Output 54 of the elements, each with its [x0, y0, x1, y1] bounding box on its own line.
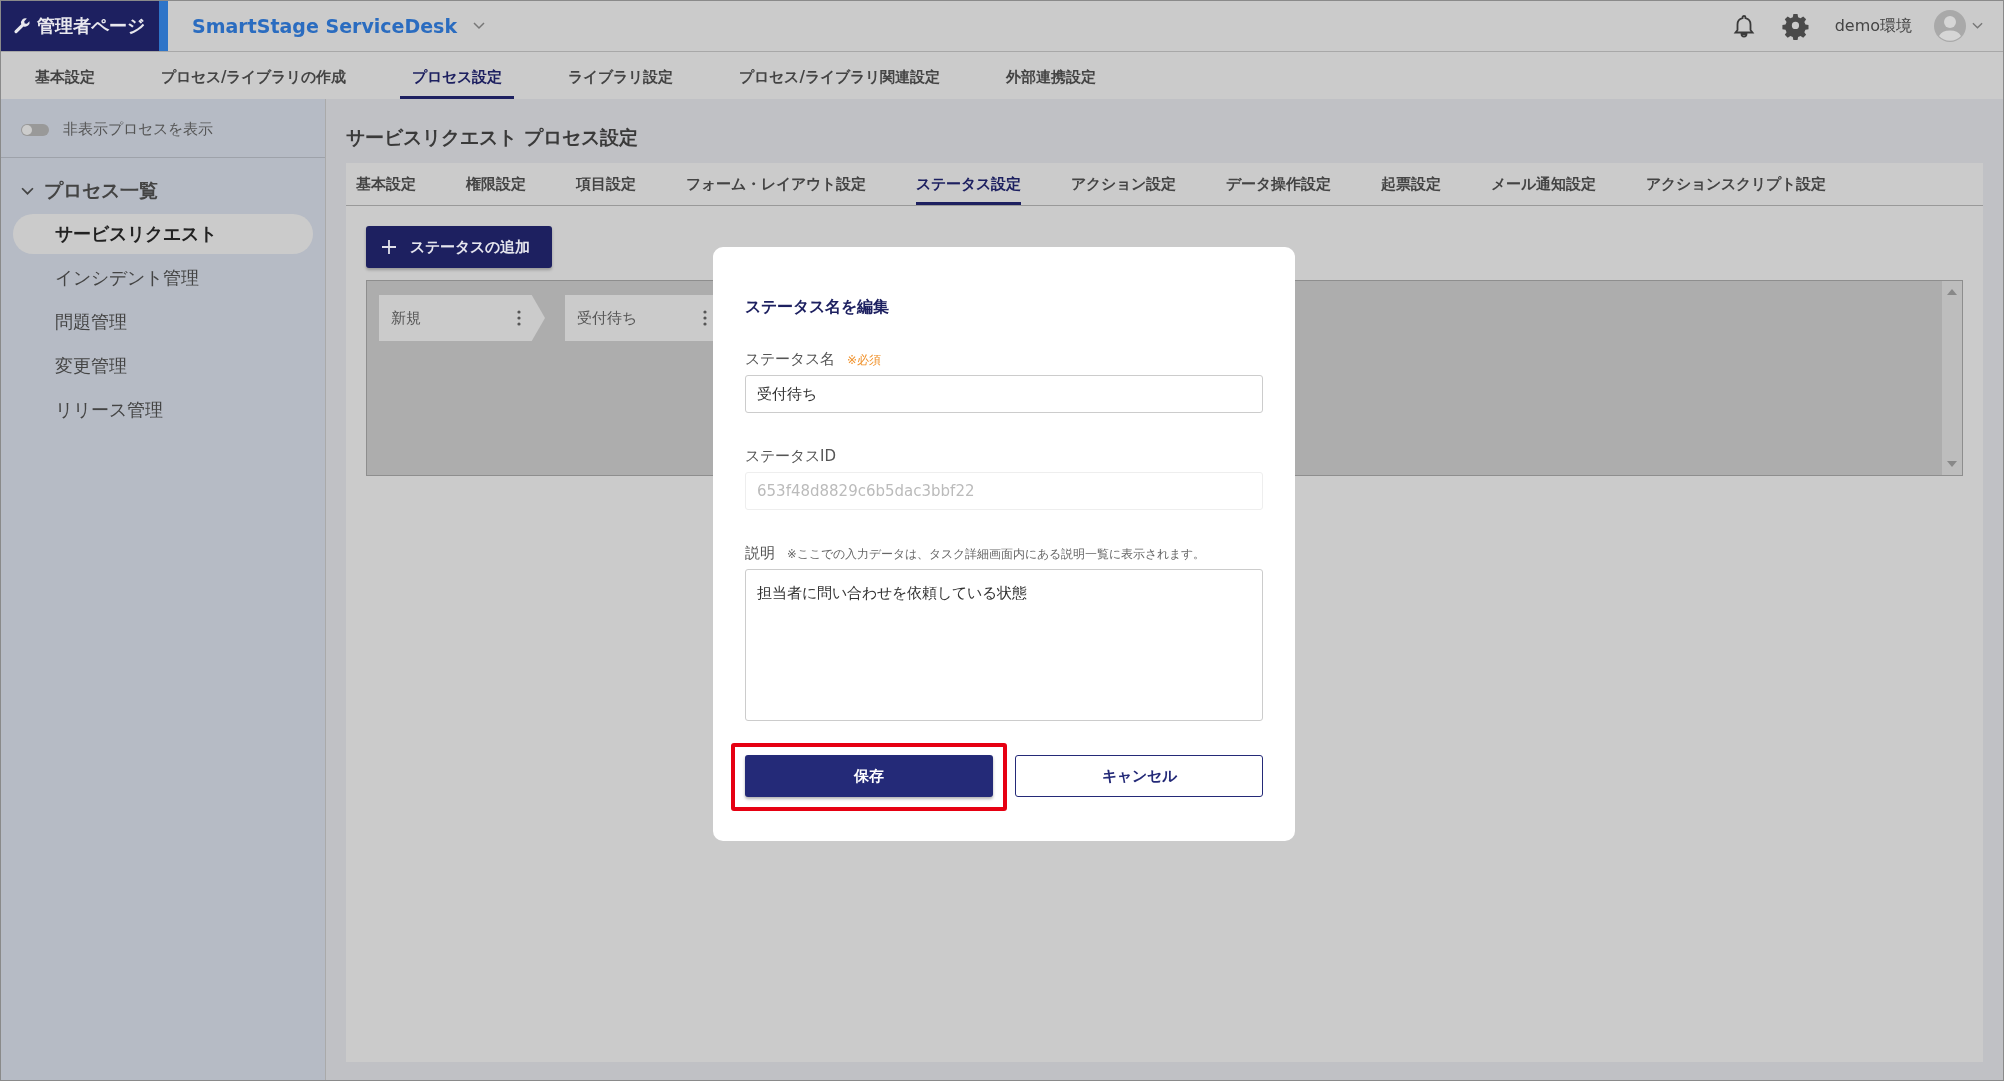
admin-page-title: 管理者ページ: [37, 14, 145, 38]
settings-tab[interactable]: メール通知設定: [1491, 163, 1596, 205]
field-label: 説明: [745, 544, 775, 563]
nav-tab[interactable]: ライブラリ設定: [556, 52, 686, 99]
avatar-icon: [1934, 10, 1966, 42]
settings-tab[interactable]: 基本設定: [356, 163, 416, 205]
chevron-icon[interactable]: [21, 186, 34, 196]
field-note: ※必須: [847, 352, 882, 369]
wrench-icon: [13, 17, 31, 35]
environment-label: demo環境: [1834, 15, 1912, 37]
chevron-down-icon: [1972, 22, 1983, 30]
admin-page-label[interactable]: 管理者ページ: [1, 1, 159, 51]
nav-tab[interactable]: プロセス/ライブラリ関連設定: [727, 52, 952, 99]
save-button[interactable]: 保存: [745, 755, 993, 797]
section-title: プロセス一覧: [44, 178, 158, 203]
accent-stripe: [159, 1, 168, 51]
chevron-down-icon: [473, 22, 486, 30]
add-status-button[interactable]: ステータスの追加: [366, 226, 552, 268]
more-icon[interactable]: [703, 310, 707, 326]
status-chip[interactable]: 新規: [379, 295, 545, 341]
dialog-title: ステータス名を編集: [745, 297, 890, 318]
field-label: ステータス名: [745, 350, 835, 369]
nav-tab[interactable]: 外部連携設定: [993, 52, 1108, 99]
sidebar-item[interactable]: 問題管理: [13, 302, 313, 342]
settings-tab[interactable]: 項目設定: [576, 163, 636, 205]
settings-tab[interactable]: アクション設定: [1071, 163, 1176, 205]
page-title: サービスリクエスト プロセス設定: [346, 125, 639, 150]
more-icon[interactable]: [517, 310, 521, 326]
settings-tab[interactable]: 権限設定: [466, 163, 526, 205]
sidebar-item[interactable]: サービスリクエスト: [13, 214, 313, 254]
nav-tab[interactable]: プロセス設定: [400, 52, 515, 99]
toggle-switch[interactable]: [21, 123, 49, 136]
product-switcher[interactable]: SmartStage ServiceDesk: [188, 11, 490, 41]
sidebar-item[interactable]: 変更管理: [13, 346, 313, 386]
sidebar-item[interactable]: リリース管理: [13, 390, 313, 430]
settings-icon[interactable]: [1781, 12, 1809, 40]
cancel-button[interactable]: キャンセル: [1015, 755, 1263, 797]
sidebar-item[interactable]: インシデント管理: [13, 258, 313, 298]
bell-icon[interactable]: [1731, 13, 1756, 39]
status-name: 新規: [391, 308, 421, 328]
field-note: ※ここでの入力データは、タスク詳細画面内にある説明一覧に表示されます。: [787, 547, 1205, 562]
plus-icon: [382, 240, 396, 254]
settings-tab[interactable]: アクションスクリプト設定: [1646, 163, 1826, 205]
nav-tab[interactable]: プロセス/ライブラリの作成: [149, 52, 359, 99]
status-name: 受付待ち: [577, 308, 637, 328]
description-field[interactable]: 担当者に問い合わせを依頼している状態: [745, 569, 1263, 721]
input-field[interactable]: 受付待ち: [745, 375, 1263, 413]
settings-tab[interactable]: データ操作設定: [1226, 163, 1331, 205]
settings-tab[interactable]: フォーム・レイアウト設定: [686, 163, 866, 205]
settings-tab[interactable]: 起票設定: [1381, 163, 1441, 205]
nav-tab[interactable]: 基本設定: [23, 52, 107, 99]
settings-tab[interactable]: ステータス設定: [916, 163, 1021, 205]
toggle-label: 非表示プロセスを表示: [63, 120, 213, 139]
field-label: ステータスID: [745, 447, 836, 466]
